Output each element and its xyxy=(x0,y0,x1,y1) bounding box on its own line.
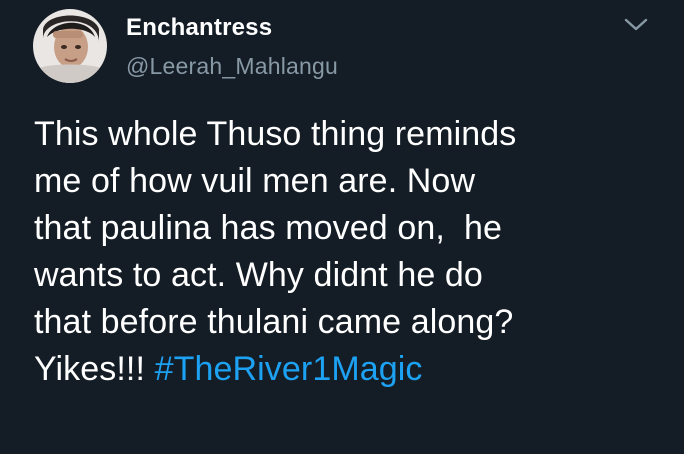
chevron-down-icon-svg xyxy=(624,18,648,31)
tweet-text-line: wants to act. Why didnt he do xyxy=(34,256,483,294)
hashtag-link[interactable]: #TheRiver1Magic xyxy=(155,350,423,388)
tweet-text-line: me of how vuil men are. Now xyxy=(34,162,476,200)
user-handle[interactable]: @Leerah_Mahlangu xyxy=(126,53,338,80)
tweet-text-line: that paulina has moved on, he xyxy=(34,209,502,247)
avatar[interactable] xyxy=(33,9,107,83)
tweet-card: Enchantress @Leerah_Mahlangu This whole … xyxy=(0,0,684,454)
tweet-text-yikes: Yikes!!! xyxy=(34,350,155,388)
avatar-photo-icon xyxy=(33,9,107,83)
chevron-down-icon[interactable] xyxy=(623,16,649,34)
tweet-text: This whole Thuso thing reminds me of how… xyxy=(34,111,674,393)
tweet-text-line: that before thulani came along? xyxy=(34,303,514,341)
tweet-text-last-line: Yikes!!! #TheRiver1Magic xyxy=(34,346,674,393)
display-name[interactable]: Enchantress xyxy=(126,14,272,42)
tweet-text-line: This whole Thuso thing reminds xyxy=(34,115,517,153)
